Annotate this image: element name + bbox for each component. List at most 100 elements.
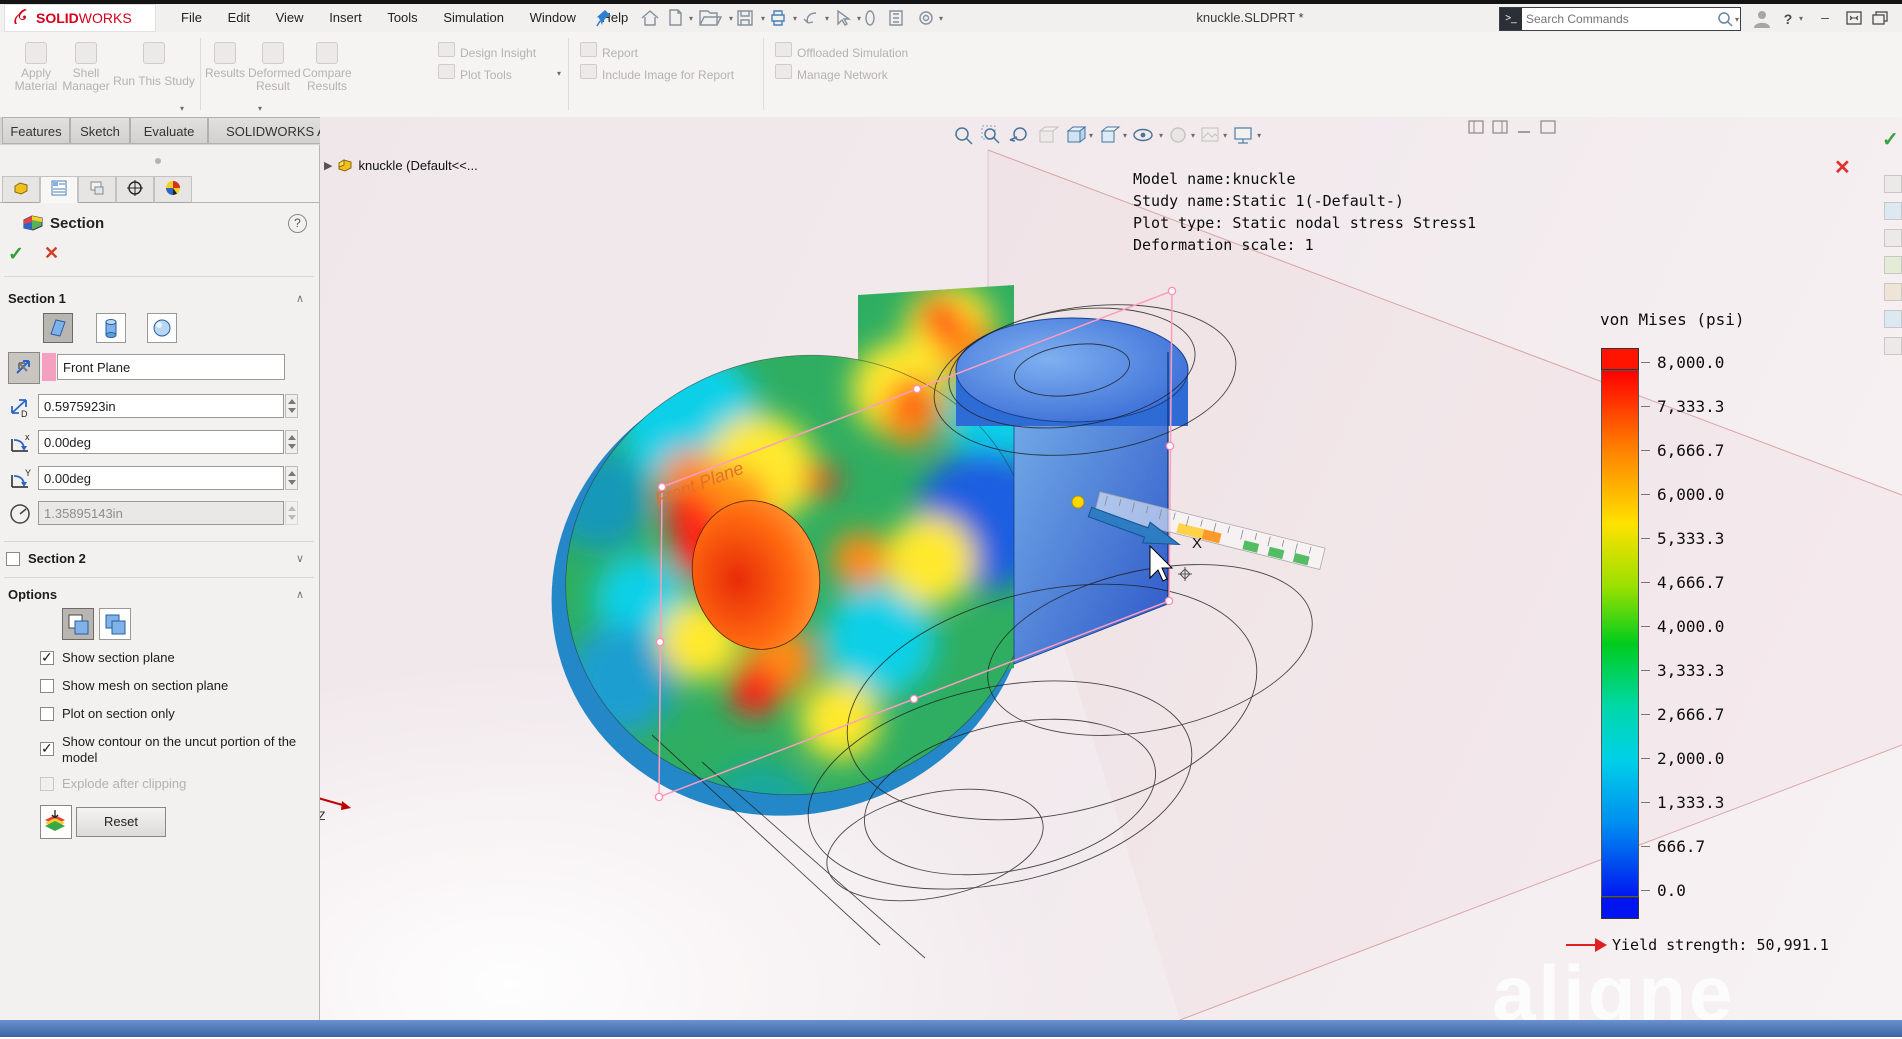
home-icon[interactable] [642, 11, 658, 25]
split-pane-left-icon[interactable] [1468, 120, 1484, 134]
confirm-corner-cancel-icon[interactable]: ✕ [1834, 155, 1851, 180]
plane-handle[interactable] [655, 793, 662, 800]
section2-toggle[interactable]: Section 2 [6, 551, 278, 567]
legend-color-bar[interactable] [1601, 370, 1639, 897]
tab-sketch[interactable]: Sketch [70, 117, 130, 144]
display-style-icon[interactable]: ▾ [1098, 124, 1128, 146]
previous-view-icon[interactable] [1008, 124, 1032, 146]
plot-on-section-only-checkbox[interactable] [40, 707, 54, 721]
search-input[interactable] [1522, 12, 1716, 26]
show-section-plane-checkbox[interactable] [40, 651, 54, 665]
dimxpert-manager-tab[interactable] [116, 176, 154, 203]
menu-view[interactable]: View [265, 4, 315, 31]
mouse-gesture-icon[interactable] [866, 11, 874, 25]
feature-manager-tab[interactable] [2, 176, 40, 203]
tree-expand-arrow[interactable]: ▶ [324, 159, 332, 172]
design-insight-button[interactable]: Design Insight [438, 42, 536, 60]
rotation-x-field[interactable] [38, 430, 284, 454]
undo-dropdown[interactable]: ▾ [825, 14, 829, 23]
side-toolbar-icon[interactable] [1884, 175, 1902, 193]
side-toolbar-icon[interactable] [1884, 256, 1902, 274]
panel-splitter-handle[interactable] [155, 158, 161, 164]
compare-results-button[interactable]: CompareResults [300, 36, 354, 114]
explode-after-clipping-option[interactable]: Explode after clipping [40, 776, 312, 792]
plane-handle[interactable] [1165, 597, 1172, 604]
tab-evaluate[interactable]: Evaluate [130, 117, 208, 144]
plane-origin-point[interactable] [1072, 496, 1084, 508]
distance-spinner[interactable] [285, 394, 298, 418]
configuration-manager-tab[interactable] [78, 176, 116, 203]
select-icon[interactable] [838, 11, 849, 25]
menu-simulation[interactable]: Simulation [432, 4, 515, 31]
open-dropdown[interactable]: ▾ [729, 14, 733, 23]
sphere-section-button[interactable] [147, 313, 177, 343]
reverse-direction-button[interactable] [8, 352, 40, 384]
plot-tools-button[interactable]: Plot Tools [438, 64, 512, 82]
new-window-icon[interactable] [1872, 11, 1888, 25]
view-settings-icon[interactable]: ▾ [1232, 124, 1262, 146]
section2-expand-chevron[interactable]: ∨ [296, 552, 304, 565]
split-pane-right-icon[interactable] [1492, 120, 1508, 134]
clip-intersection-button[interactable] [62, 608, 94, 640]
show-contour-checkbox[interactable] [40, 742, 54, 756]
search-commands-box[interactable]: >_ ▾ [1499, 7, 1741, 31]
tree-root-label[interactable]: knuckle (Default<<... [358, 158, 477, 173]
view-orientation-icon[interactable]: ▾ [1064, 124, 1094, 146]
print-icon[interactable] [772, 11, 784, 25]
undo-icon[interactable] [804, 13, 816, 23]
results-button[interactable]: Results [203, 36, 247, 114]
include-image-for-report-button[interactable]: Include Image for Report [580, 64, 734, 82]
menu-edit[interactable]: Edit [217, 4, 261, 31]
show-mesh-option[interactable]: Show mesh on section plane [40, 678, 312, 694]
section1-header[interactable]: Section 1 [8, 291, 66, 306]
display-manager-tab[interactable] [154, 176, 192, 203]
cylinder-section-button[interactable] [96, 313, 126, 343]
pin-menu-icon[interactable] [596, 9, 612, 27]
rotation-y-field[interactable] [38, 466, 284, 490]
save-icon[interactable] [738, 11, 752, 25]
offloaded-simulation-button[interactable]: Offloaded Simulation [775, 42, 908, 60]
run-this-study-button[interactable]: Run This Study [112, 36, 196, 114]
save-dropdown[interactable]: ▾ [761, 14, 765, 23]
show-mesh-checkbox[interactable] [40, 679, 54, 693]
print-dropdown[interactable]: ▾ [793, 14, 797, 23]
new-document-icon[interactable] [670, 10, 681, 25]
edit-appearance-icon[interactable]: ▾ [1168, 124, 1196, 146]
reset-button[interactable]: Reset [76, 807, 166, 837]
plane-handle[interactable] [656, 638, 663, 645]
plane-handle[interactable] [910, 695, 917, 702]
plane-handle[interactable] [1166, 442, 1173, 449]
show-section-plane-option[interactable]: Show section plane [40, 650, 312, 666]
new-doc-dropdown[interactable]: ▾ [689, 14, 693, 23]
minimize-pane-icon[interactable] [1516, 120, 1532, 134]
section-color-map-button[interactable] [40, 805, 72, 839]
offset-distance-field[interactable] [38, 394, 284, 418]
plane-section-button[interactable] [43, 313, 73, 343]
run-study-flyout[interactable]: ▾ [180, 104, 184, 113]
help-icon[interactable]: ? [288, 214, 307, 233]
open-icon[interactable] [700, 11, 721, 25]
plot-on-section-only-option[interactable]: Plot on section only [40, 706, 312, 722]
restore-icon[interactable] [1846, 11, 1862, 25]
side-toolbar-icon[interactable] [1884, 283, 1902, 301]
section2-checkbox[interactable] [6, 552, 20, 566]
user-account-icon[interactable] [1752, 9, 1772, 29]
section1-collapse-chevron[interactable]: ∧ [296, 292, 304, 305]
plane-handle[interactable] [913, 385, 920, 392]
menu-insert[interactable]: Insert [318, 4, 373, 31]
cancel-button[interactable]: ✕ [44, 243, 59, 264]
plot-tools-dropdown[interactable]: ▾ [557, 69, 561, 78]
menu-file[interactable]: File [170, 4, 213, 31]
help-dropdown[interactable]: ▾ [1799, 14, 1803, 23]
settings-dropdown[interactable]: ▾ [939, 14, 943, 23]
help-icon[interactable]: ? [1780, 8, 1796, 30]
side-toolbar-icon[interactable] [1884, 337, 1902, 355]
side-toolbar-icon[interactable] [1884, 202, 1902, 220]
select-dropdown[interactable]: ▾ [857, 14, 861, 23]
zoom-to-area-icon[interactable] [980, 124, 1004, 146]
section-view-icon[interactable] [1036, 124, 1060, 146]
manage-network-button[interactable]: Manage Network [775, 64, 888, 82]
apply-scene-icon[interactable]: ▾ [1200, 124, 1228, 146]
side-toolbar-icon[interactable] [1884, 229, 1902, 247]
report-button[interactable]: Report [580, 42, 638, 60]
